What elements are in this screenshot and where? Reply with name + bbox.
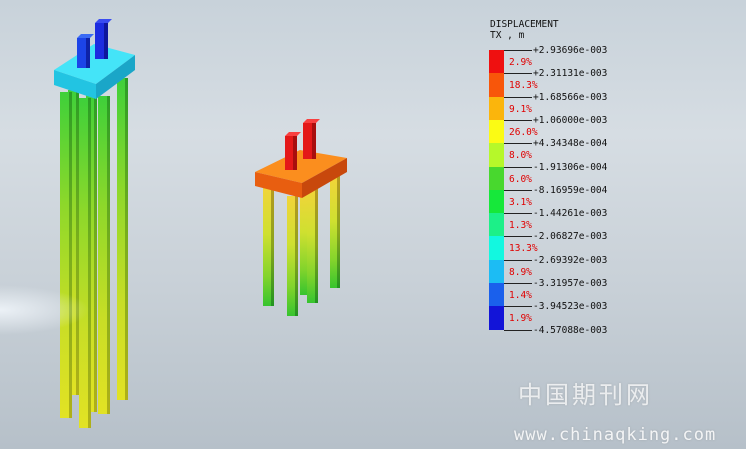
legend-color-swatch xyxy=(489,283,504,307)
legend-tick xyxy=(504,96,532,98)
left-pile xyxy=(79,98,91,428)
legend-value: -1.91306e-004 xyxy=(533,161,608,173)
legend-value: +2.31131e-003 xyxy=(533,68,608,80)
lighting-haze xyxy=(0,285,90,335)
legend-color-swatch xyxy=(489,189,504,214)
legend-percent: 9.1% xyxy=(509,103,532,115)
legend-value: -4.57088e-003 xyxy=(533,324,608,336)
legend-color-swatch xyxy=(489,166,504,191)
legend-title: DISPLACEMENT xyxy=(490,19,559,30)
legend-color-swatch xyxy=(489,50,504,74)
legend-value: +2.93696e-003 xyxy=(533,45,608,56)
legend-color-swatch xyxy=(489,96,504,121)
legend-tick xyxy=(504,283,532,284)
legend-color-swatch xyxy=(489,236,504,261)
legend-percent: 2.9% xyxy=(509,57,532,68)
legend-tick xyxy=(504,73,532,75)
legend-tick xyxy=(504,119,532,121)
legend-percent: 8.9% xyxy=(509,266,532,278)
right-pile xyxy=(307,188,318,303)
legend-tick xyxy=(504,329,532,331)
legend-color-swatch xyxy=(489,213,504,237)
legend-percent: 1.9% xyxy=(509,313,532,325)
right-pile xyxy=(330,176,340,288)
watermark-chinese: 中国期刊网 xyxy=(518,381,653,409)
legend-value: -3.94523e-003 xyxy=(533,301,608,313)
legend-tick xyxy=(504,166,532,168)
legend-percent: 6.0% xyxy=(509,173,532,185)
displacement-legend: DISPLACEMENT TX , m +2.93696e-003 +2.31131e… xyxy=(489,19,629,339)
legend-tick xyxy=(504,306,532,308)
legend-tick xyxy=(504,259,532,261)
legend-percent: 18.3% xyxy=(509,80,538,92)
legend-color-swatch xyxy=(489,259,504,284)
legend-tick xyxy=(504,189,532,191)
right-pile-group[interactable] xyxy=(255,119,347,316)
legend-percent: 13.3% xyxy=(509,243,538,255)
right-pile xyxy=(263,186,274,306)
legend-value: -8.16959e-004 xyxy=(533,184,608,196)
left-pile xyxy=(60,92,72,418)
legend-color-swatch xyxy=(489,306,504,331)
legend-value: -3.31957e-003 xyxy=(533,278,608,289)
legend-value: -1.44261e-003 xyxy=(533,208,608,220)
legend-value: -2.06827e-003 xyxy=(533,231,608,243)
legend-value: +1.68566e-003 xyxy=(533,91,608,103)
legend-tick xyxy=(504,213,532,215)
legend-value: -2.69392e-003 xyxy=(533,254,608,266)
left-pile xyxy=(117,78,128,400)
legend-percent: 26.0% xyxy=(509,126,538,138)
legend-tick xyxy=(504,236,532,238)
legend-percent: 1.3% xyxy=(509,220,532,232)
legend-tick xyxy=(504,143,532,145)
left-pile-group[interactable] xyxy=(54,19,135,428)
left-pile xyxy=(98,96,110,414)
legend-tick xyxy=(504,50,532,51)
legend-percent: 1.4% xyxy=(509,290,532,301)
legend-value: +4.34348e-004 xyxy=(533,138,608,150)
legend-color-swatch xyxy=(489,119,504,144)
legend-unit: TX , m xyxy=(490,30,525,41)
legend-percent: 3.1% xyxy=(509,196,532,208)
watermark-url: www.chinaqking.com xyxy=(514,425,717,445)
legend-value: +1.06000e-003 xyxy=(533,114,608,126)
right-pile xyxy=(287,196,298,316)
legend-color-swatch xyxy=(489,73,504,98)
legend-percent: 8.0% xyxy=(509,150,532,162)
legend-color-swatch xyxy=(489,143,504,167)
